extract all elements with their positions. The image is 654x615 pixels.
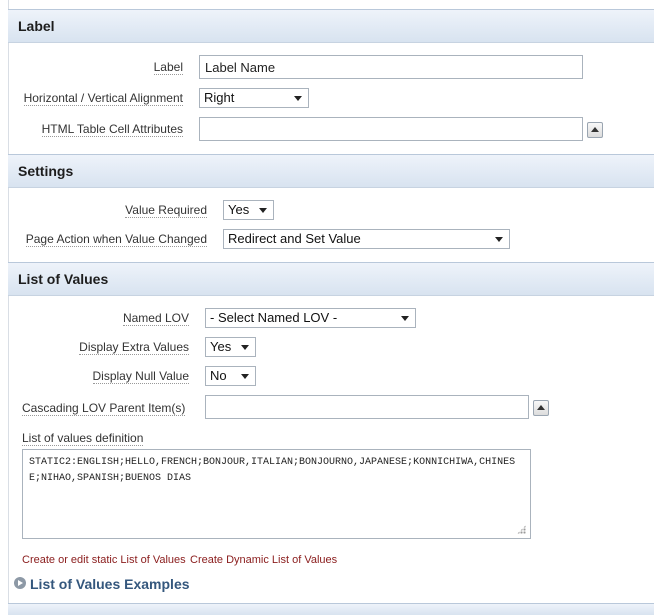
alignment-label: Horizontal / Vertical Alignment (23, 91, 183, 106)
item-properties-page: Label Label Label Name Horizontal / Vert… (0, 0, 654, 615)
chevron-down-icon (294, 96, 302, 101)
display-null-selected-value: No (210, 368, 227, 383)
page-action-label: Page Action when Value Changed (25, 232, 207, 247)
alignment-select[interactable]: Right (199, 88, 309, 108)
value-required-select[interactable]: Yes (223, 200, 274, 220)
lov-section-header[interactable]: List of Values (8, 262, 654, 296)
lov-definition-label: List of values definition (22, 431, 144, 446)
settings-section-title: Settings (18, 163, 74, 179)
display-null-select[interactable]: No (205, 366, 256, 386)
lov-section-title: List of Values (18, 271, 109, 287)
lov-definition-text: STATIC2:ENGLISH;HELLO,FRENCH;BONJOUR,ITA… (29, 457, 516, 484)
display-extra-selected-value: Yes (210, 339, 232, 354)
value-required-selected-value: Yes (228, 202, 250, 217)
resize-grip-icon[interactable] (517, 525, 526, 534)
create-dynamic-lov-link[interactable]: Create Dynamic List of Values (190, 554, 337, 566)
lov-examples-toggle[interactable]: List of Values Examples (30, 576, 190, 592)
label-section-header[interactable]: Label (8, 9, 654, 43)
create-static-lov-link[interactable]: Create or edit static List of Values (22, 554, 186, 566)
display-extra-select[interactable]: Yes (205, 337, 256, 357)
settings-section-header[interactable]: Settings (8, 154, 654, 188)
lov-definition-textarea[interactable]: STATIC2:ENGLISH;HELLO,FRENCH;BONJOUR,ITA… (22, 449, 531, 539)
named-lov-selected-value: - Select Named LOV - (210, 310, 338, 325)
settings-section-body (8, 188, 654, 262)
chevron-down-icon (259, 208, 267, 213)
cascading-parent-input[interactable] (205, 395, 529, 419)
chevron-up-icon (591, 127, 599, 132)
chevron-down-icon (241, 345, 249, 350)
display-null-label: Display Null Value (92, 369, 189, 384)
label-field-label: Label (153, 60, 183, 75)
cell-attributes-input[interactable] (199, 117, 583, 141)
label-section-title: Label (18, 18, 55, 34)
cascading-parent-label: Cascading LOV Parent Item(s) (22, 401, 186, 416)
value-required-label: Value Required (125, 203, 207, 218)
named-lov-label: Named LOV (122, 311, 189, 326)
expand-popup-button[interactable] (587, 122, 603, 138)
next-section-header (8, 603, 654, 615)
label-input[interactable]: Label Name (199, 55, 583, 79)
chevron-down-icon (241, 374, 249, 379)
page-action-select[interactable]: Redirect and Set Value (223, 229, 510, 249)
cell-attributes-label: HTML Table Cell Attributes (41, 122, 183, 137)
alignment-selected-value: Right (204, 90, 235, 105)
display-extra-label: Display Extra Values (79, 340, 189, 355)
expand-arrow-icon[interactable] (14, 577, 26, 589)
named-lov-select[interactable]: - Select Named LOV - (205, 308, 416, 328)
chevron-down-icon (495, 237, 503, 242)
chevron-down-icon (401, 316, 409, 321)
chevron-up-icon (537, 405, 545, 410)
expand-popup-button[interactable] (533, 400, 549, 416)
page-action-selected-value: Redirect and Set Value (228, 231, 361, 246)
